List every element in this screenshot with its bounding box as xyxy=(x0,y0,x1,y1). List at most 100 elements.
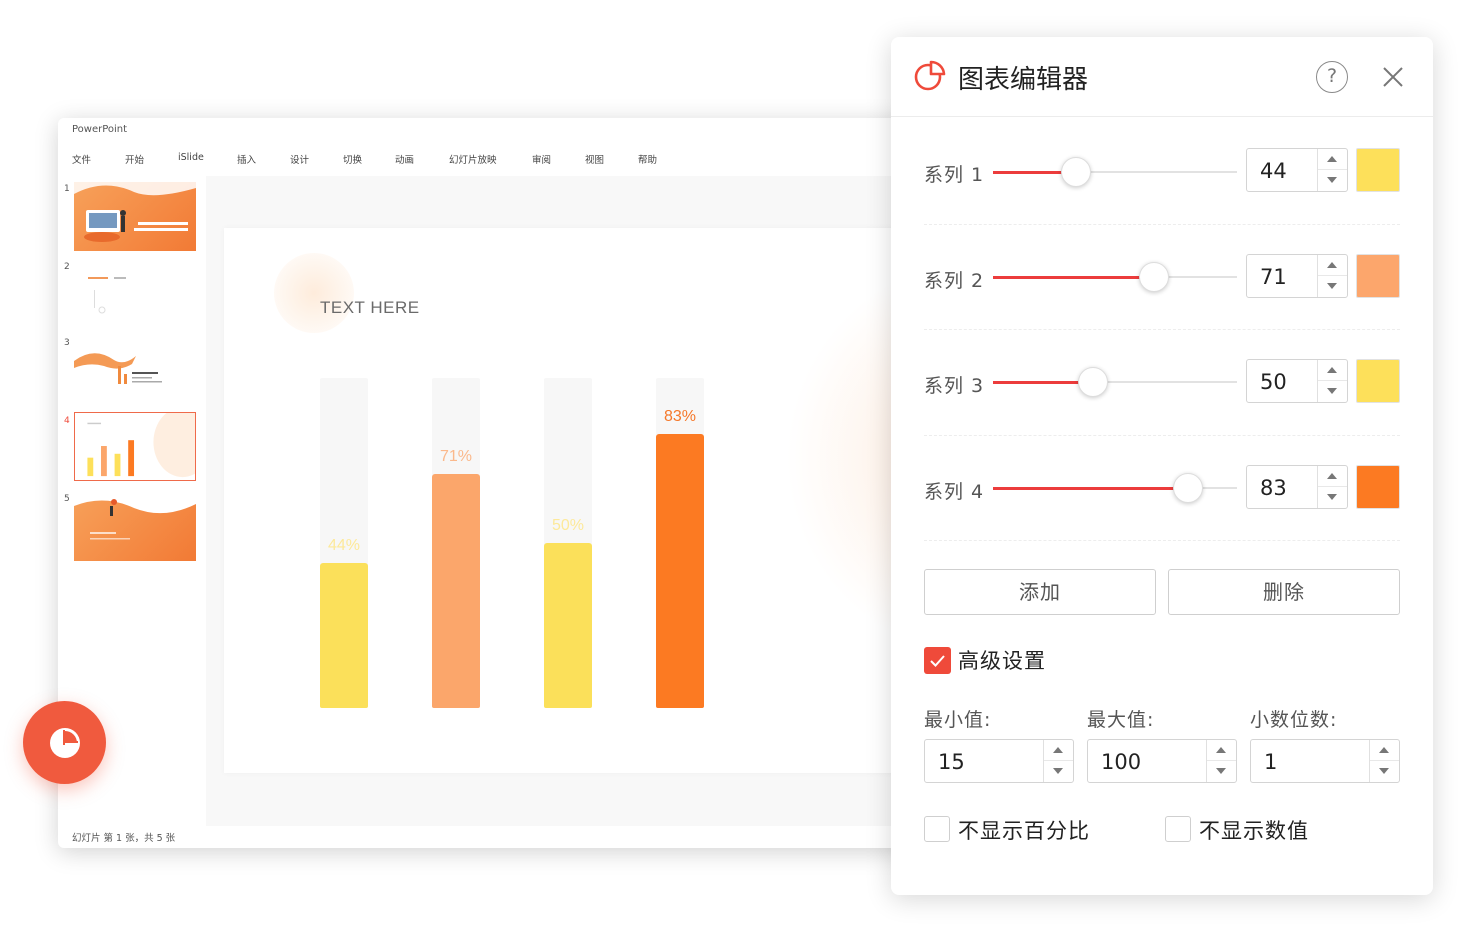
series-value-input[interactable]: 83 xyxy=(1246,465,1348,509)
stepper xyxy=(1317,149,1347,191)
menu-home[interactable]: 开始 xyxy=(125,152,178,166)
slider-thumb[interactable] xyxy=(1078,367,1108,397)
panel-header: 图表编辑器 ? xyxy=(891,37,1433,117)
series-label: 系列 4 xyxy=(924,481,985,503)
stepper-down[interactable] xyxy=(1318,487,1347,508)
stepper-up[interactable] xyxy=(1370,740,1399,761)
stepper-down[interactable] xyxy=(1318,170,1347,191)
caret-down-icon xyxy=(1053,768,1063,774)
caret-down-icon xyxy=(1216,768,1226,774)
stepper-up[interactable] xyxy=(1044,740,1073,761)
stepper xyxy=(1206,740,1236,782)
slide-thumbnail-5[interactable] xyxy=(74,492,196,561)
caret-up-icon xyxy=(1053,747,1063,753)
max-value-input[interactable]: 100 xyxy=(1087,739,1237,783)
series-value-input[interactable]: 44 xyxy=(1246,148,1348,192)
series-value-input[interactable]: 71 xyxy=(1246,254,1348,298)
delete-button[interactable]: 删除 xyxy=(1168,569,1400,615)
series-value: 71 xyxy=(1260,265,1287,289)
slide-number: 3 xyxy=(64,338,70,348)
bar[interactable] xyxy=(432,474,480,708)
menu-insert[interactable]: 插入 xyxy=(237,152,290,166)
menu-design[interactable]: 设计 xyxy=(290,152,343,166)
caret-up-icon xyxy=(1216,747,1226,753)
menu-view[interactable]: 视图 xyxy=(585,152,638,166)
min-value-input[interactable]: 15 xyxy=(924,739,1074,783)
bar[interactable] xyxy=(656,434,704,708)
series-color-swatch[interactable] xyxy=(1356,465,1400,509)
hide-percent-checkbox[interactable] xyxy=(924,816,950,842)
menu-file[interactable]: 文件 xyxy=(72,152,125,166)
stepper-down[interactable] xyxy=(1207,761,1236,782)
hide-value-checkbox[interactable] xyxy=(1165,816,1191,842)
help-icon[interactable]: ? xyxy=(1316,61,1348,93)
stepper-down[interactable] xyxy=(1318,276,1347,297)
divider xyxy=(924,540,1400,541)
stepper-down[interactable] xyxy=(1370,761,1399,782)
series-row: 系列 3 50 xyxy=(891,329,1433,435)
max-value: 100 xyxy=(1101,750,1142,774)
min-value: 15 xyxy=(938,750,965,774)
series-color-swatch[interactable] xyxy=(1356,254,1400,298)
menu-transitions[interactable]: 切换 xyxy=(343,152,395,166)
series-row: 系列 4 83 xyxy=(891,435,1433,541)
series-slider[interactable] xyxy=(993,262,1237,292)
bar[interactable] xyxy=(544,543,592,708)
stepper xyxy=(1317,360,1347,402)
add-button[interactable]: 添加 xyxy=(924,569,1156,615)
stepper-up[interactable] xyxy=(1207,740,1236,761)
stepper-up[interactable] xyxy=(1318,360,1347,381)
stepper-down[interactable] xyxy=(1044,761,1073,782)
stepper-down[interactable] xyxy=(1318,381,1347,402)
series-row: 系列 2 71 xyxy=(891,224,1433,330)
menu-animations[interactable]: 动画 xyxy=(395,152,449,166)
stepper-up[interactable] xyxy=(1318,466,1347,487)
series-slider[interactable] xyxy=(993,473,1237,503)
series-slider[interactable] xyxy=(993,367,1237,397)
decimals-value: 1 xyxy=(1264,750,1278,774)
slide-number: 5 xyxy=(64,494,70,504)
caret-down-icon xyxy=(1327,494,1337,500)
series-row: 系列 1 44 xyxy=(891,118,1433,224)
slide-thumbnail-2[interactable] xyxy=(74,260,196,329)
slide-number: 4 xyxy=(64,416,70,426)
bar-data-label: 83% xyxy=(663,408,697,425)
menu-review[interactable]: 审阅 xyxy=(532,152,585,166)
stepper xyxy=(1043,740,1073,782)
bar[interactable] xyxy=(320,563,368,708)
series-color-swatch[interactable] xyxy=(1356,148,1400,192)
menu-slideshow[interactable]: 幻灯片放映 xyxy=(449,152,532,166)
advanced-settings-label: 高级设置 xyxy=(958,649,1046,673)
hide-percent-label: 不显示百分比 xyxy=(958,819,1090,843)
caret-up-icon xyxy=(1379,747,1389,753)
menu-help[interactable]: 帮助 xyxy=(638,152,678,166)
series-label: 系列 3 xyxy=(924,375,985,397)
advanced-settings-checkbox[interactable] xyxy=(924,647,951,674)
slide-thumbnail-1[interactable] xyxy=(74,182,196,251)
slide-thumbnail-4[interactable] xyxy=(74,412,196,481)
stepper-up[interactable] xyxy=(1318,149,1347,170)
bar-data-label: 44% xyxy=(327,537,361,554)
series-value-input[interactable]: 50 xyxy=(1246,359,1348,403)
stepper xyxy=(1317,255,1347,297)
menu-bar: 文件 开始 iSlide 插入 设计 切换 动画 幻灯片放映 审阅 视图 帮助 xyxy=(72,152,678,166)
chart-editor-launcher[interactable] xyxy=(23,701,106,784)
series-label: 系列 2 xyxy=(924,270,985,292)
bar-data-label: 50% xyxy=(551,517,585,534)
thumbnail-art xyxy=(74,182,196,242)
decimals-label: 小数位数: xyxy=(1250,709,1338,731)
decimals-input[interactable]: 1 xyxy=(1250,739,1400,783)
close-icon[interactable] xyxy=(1379,63,1407,91)
thumbnail-art xyxy=(74,492,196,540)
checkmark-icon xyxy=(930,655,945,667)
slider-thumb[interactable] xyxy=(1139,262,1169,292)
menu-islide[interactable]: iSlide xyxy=(178,152,237,166)
slider-thumb[interactable] xyxy=(1061,157,1091,187)
panel-title: 图表编辑器 xyxy=(958,65,1089,95)
slider-fill xyxy=(993,486,1188,490)
stepper-up[interactable] xyxy=(1318,255,1347,276)
slide-thumbnail-3[interactable] xyxy=(74,336,196,405)
slider-thumb[interactable] xyxy=(1173,473,1203,503)
series-color-swatch[interactable] xyxy=(1356,359,1400,403)
series-slider[interactable] xyxy=(993,157,1237,187)
